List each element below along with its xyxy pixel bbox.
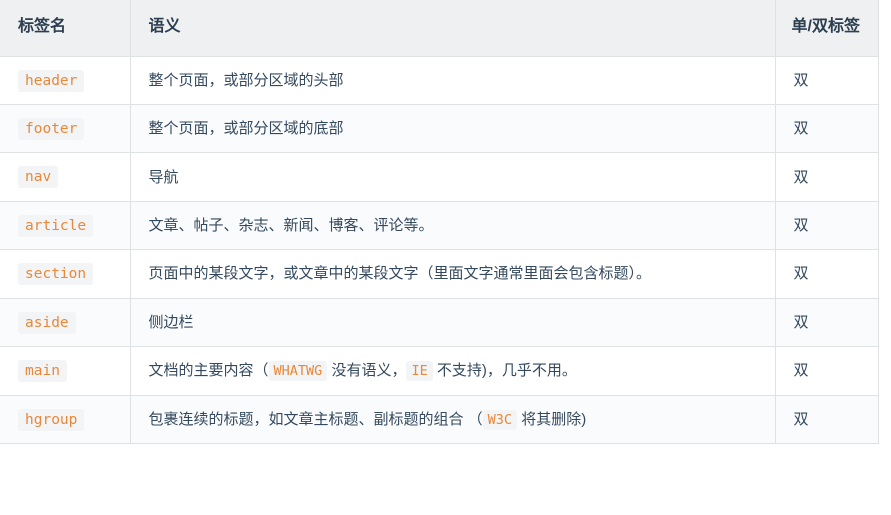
cell-tag-name: section [0,249,131,299]
column-header-tag-type: 单/双标签 [775,0,879,57]
tag-name-code: main [18,360,67,383]
cell-tag-name: hgroup [0,395,131,445]
semantics-text: 文章、帖子、杂志、新闻、博客、评论等。 [148,217,434,235]
cell-tag-type: 双 [775,104,879,154]
table-row: article 文章、帖子、杂志、新闻、博客、评论等。 双 [0,201,879,251]
cell-tag-name: footer [0,104,131,154]
semantic-tags-table-container: 标签名 语义 单/双标签 header 整个页面，或部分区域的头部双 footer 整… [0,0,879,445]
tag-name-code: header [18,69,85,92]
cell-semantics: 整个页面，或部分区域的底部 [130,104,776,154]
cell-tag-type: 双 [775,249,879,299]
semantic-tags-table: 标签名 语义 单/双标签 header 整个页面，或部分区域的头部双 footer 整… [0,0,879,445]
tag-name-code: section [18,263,94,286]
cell-semantics: 文档的主要内容（ WHATWG 没有语义， IE 不支持)，几乎不用。 [130,346,776,396]
semantics-text: 文档的主要内容（ WHATWG 没有语义， IE 不支持)，几乎不用。 [148,361,577,382]
table-body: header 整个页面，或部分区域的头部双 footer 整个页面，或部分区域的底部双… [0,56,879,445]
cell-tag-type: 双 [775,201,879,251]
table-row: main 文档的主要内容（ WHATWG 没有语义， IE 不支持)，几乎不用。 双 [0,346,879,396]
table-row: hgroup 包裹连续的标题，如文章主标题、副标题的组合 （W3C 将其删除) 双 [0,395,879,445]
cell-semantics: 页面中的某段文字，或文章中的某段文字（里面文字通常里面会包含标题）。 [130,249,776,299]
cell-tag-name: article [0,201,131,251]
semantics-text: 页面中的某段文字，或文章中的某段文字（里面文字通常里面会包含标题）。 [148,265,652,283]
cell-tag-type: 双 [775,298,879,348]
table-row: nav 导航 双 [0,152,879,202]
semantics-text: 包裹连续的标题，如文章主标题、副标题的组合 （W3C 将其删除) [148,409,587,430]
cell-semantics: 文章、帖子、杂志、新闻、博客、评论等。 [130,201,776,251]
cell-tag-name: aside [0,298,131,348]
cell-semantics: 包裹连续的标题，如文章主标题、副标题的组合 （W3C 将其删除) [130,395,776,445]
cell-semantics: 导航 [130,152,776,202]
cell-tag-type: 双 [775,56,879,105]
semantics-text: 整个页面，或部分区域的底部 [148,120,344,138]
table-row: section 页面中的某段文字，或文章中的某段文字（里面文字通常里面会包含标题）… [0,249,879,299]
cell-tag-type: 双 [775,346,879,396]
cell-tag-name: header [0,56,131,105]
table-row: header 整个页面，或部分区域的头部 双 [0,56,879,105]
table-row: aside 侧边栏 双 [0,298,879,348]
tag-name-code: nav [18,166,59,189]
inline-code: WHATWG [268,361,328,382]
cell-tag-name: main [0,346,131,396]
tag-name-code: footer [18,117,85,140]
cell-semantics: 侧边栏 [130,298,776,348]
column-header-tag-name: 标签名 [0,0,131,57]
table-header: 标签名 语义 单/双标签 [0,0,879,57]
inline-code: W3C [482,409,518,430]
inline-code: IE [406,361,433,382]
cell-tag-type: 双 [775,152,879,202]
table-row: footer 整个页面，或部分区域的底部 双 [0,104,879,154]
semantics-text: 侧边栏 [148,313,194,331]
semantics-text: 导航 [148,168,179,186]
tag-name-code: article [18,214,94,237]
cell-semantics: 整个页面，或部分区域的头部 [130,56,776,105]
tag-name-code: hgroup [18,408,85,431]
cell-tag-name: nav [0,152,131,202]
semantics-text: 整个页面，或部分区域的头部 [148,71,344,89]
tag-name-code: aside [18,311,76,334]
column-header-semantics: 语义 [130,0,776,57]
cell-tag-type: 双 [775,395,879,445]
table-header-row: 标签名 语义 单/双标签 [0,0,879,57]
